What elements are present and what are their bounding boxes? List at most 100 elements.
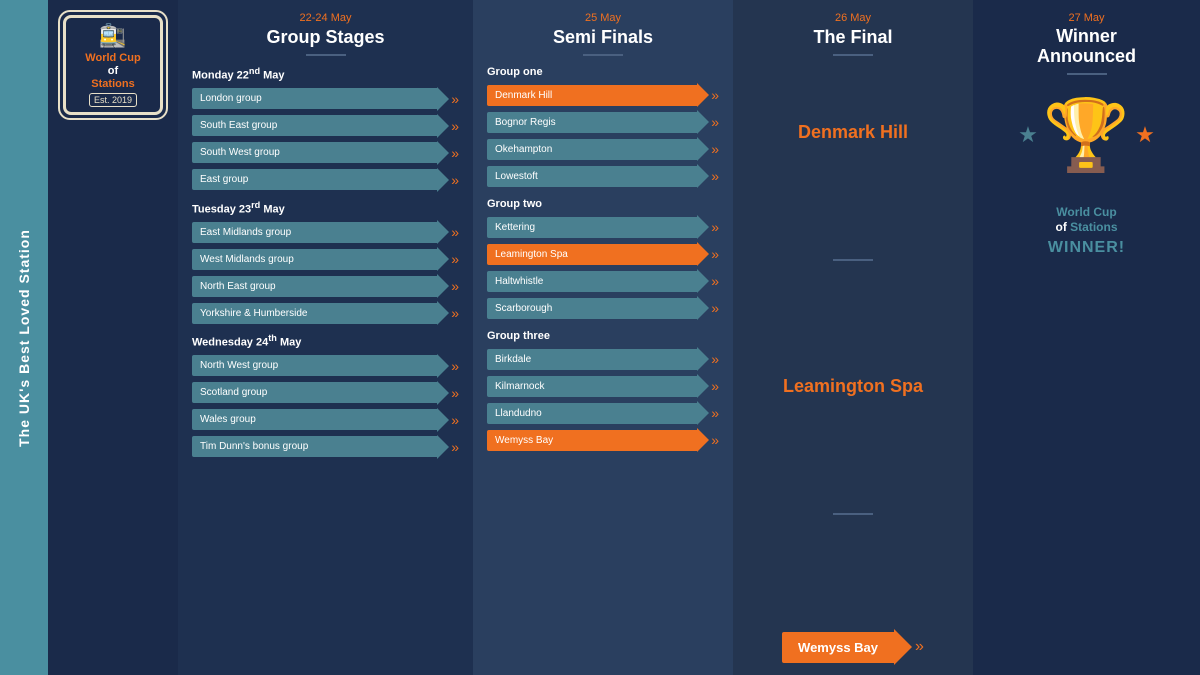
chevron-icon: »: [711, 300, 719, 316]
arrow-icon: [697, 242, 709, 266]
list-item: Kettering »: [487, 215, 719, 239]
sidebar-text: The UK's Best Loved Station: [16, 229, 32, 447]
winner-column: 27 May WinnerAnnounced ★ 🏆 ★ World Cup o…: [973, 0, 1200, 675]
semi-bar: Llandudno: [487, 403, 697, 424]
chevron-icon: »: [711, 114, 719, 130]
group-bar: East Midlands group: [192, 222, 437, 243]
semi-group-label-1: Group one: [487, 66, 719, 78]
semi-finals-column: 25 May Semi Finals Group one Denmark Hil…: [473, 0, 733, 675]
main-columns: 22-24 May Group Stages Monday 22nd May L…: [178, 0, 1200, 675]
list-item: South West group »: [192, 141, 459, 165]
logo-panel: 🚉 World Cup of Stations Est. 2019: [48, 0, 178, 675]
group-bar: North East group: [192, 276, 437, 297]
chevron-icon: »: [711, 141, 719, 157]
chevron-icon: »: [711, 87, 719, 103]
semi-bar: Wemyss Bay: [487, 430, 697, 451]
arrow-icon: [697, 83, 709, 107]
day-header-2: Tuesday 23rd May: [192, 200, 459, 216]
chevron-icon: »: [711, 351, 719, 367]
winner-date: 27 May: [1068, 12, 1104, 24]
semi-bar: Birkdale: [487, 349, 697, 370]
semi-bar: Lowestoft: [487, 166, 697, 187]
arrow-icon: [437, 274, 449, 298]
winner-label-text: WINNER!: [1048, 239, 1125, 257]
list-item: Yorkshire & Humberside »: [192, 301, 459, 325]
chevron-icon: »: [451, 225, 459, 239]
final-column: 26 May The Final Denmark Hill Leamington…: [733, 0, 973, 675]
chevron-icon: »: [451, 413, 459, 427]
day-header-3: Wednesday 24th May: [192, 333, 459, 349]
list-item: North West group »: [192, 354, 459, 378]
arrow-icon: [437, 435, 449, 459]
list-item: Wemyss Bay »: [487, 428, 719, 452]
winner-bar: Wemyss Bay: [782, 632, 894, 663]
arrow-icon: [697, 269, 709, 293]
arrow-icon: [697, 164, 709, 188]
group-bar: Scotland group: [192, 382, 437, 403]
finalist-3-block: Wemyss Bay »: [782, 629, 924, 665]
semi-bar: Leamington Spa: [487, 244, 697, 265]
list-item: East group »: [192, 168, 459, 192]
semi-finals-divider: [583, 54, 623, 56]
group-bar: Wales group: [192, 409, 437, 430]
logo-est: Est. 2019: [89, 93, 137, 107]
chevron-icon: »: [451, 92, 459, 106]
final-section-divider: [833, 259, 873, 261]
list-item: Bognor Regis »: [487, 110, 719, 134]
arrow-icon: [437, 87, 449, 111]
semi-bar: Kettering: [487, 217, 697, 238]
list-item: Denmark Hill »: [487, 83, 719, 107]
semi-group-label-2: Group two: [487, 198, 719, 210]
star-right-icon: ★: [1135, 122, 1155, 148]
list-item: Wales group »: [192, 408, 459, 432]
chevron-icon: »: [451, 440, 459, 454]
group-stages-divider: [306, 54, 346, 56]
arrow-icon: [697, 428, 709, 452]
chevron-icon: »: [451, 252, 459, 266]
arrow-icon: [697, 215, 709, 239]
arrow-icon: [697, 296, 709, 320]
list-item: London group »: [192, 87, 459, 111]
final-title: The Final: [747, 27, 959, 48]
trophy-icon: 🏆: [1043, 100, 1130, 170]
semi-group-label-3: Group three: [487, 330, 719, 342]
list-item: Llandudno »: [487, 401, 719, 425]
group-bar: London group: [192, 88, 437, 109]
group-bar: Tim Dunn's bonus group: [192, 436, 437, 457]
list-item: Haltwhistle »: [487, 269, 719, 293]
list-item: Tim Dunn's bonus group »: [192, 435, 459, 459]
winner-chevron: »: [915, 638, 924, 656]
star-left-icon: ★: [1018, 122, 1038, 148]
group-bar: East group: [192, 169, 437, 190]
final-section: Denmark Hill Leamington Spa Wemyss Bay »: [747, 66, 959, 675]
group-bar: West Midlands group: [192, 249, 437, 270]
chevron-icon: »: [451, 119, 459, 133]
semi-finals-title: Semi Finals: [487, 27, 719, 48]
group-bar: Yorkshire & Humberside: [192, 303, 437, 324]
chevron-icon: »: [451, 359, 459, 373]
arrow-icon: [697, 347, 709, 371]
group-bar: South West group: [192, 142, 437, 163]
semi-bar: Kilmarnock: [487, 376, 697, 397]
finalist-1-block: Denmark Hill: [798, 122, 908, 144]
chevron-icon: »: [711, 273, 719, 289]
semi-bar: Bognor Regis: [487, 112, 697, 133]
list-item: North East group »: [192, 274, 459, 298]
list-item: Leamington Spa »: [487, 242, 719, 266]
chevron-icon: »: [711, 246, 719, 262]
arrow-icon: [697, 401, 709, 425]
chevron-icon: »: [451, 306, 459, 320]
list-item: South East group »: [192, 114, 459, 138]
winner-arrow: [894, 629, 912, 665]
arrow-icon: [697, 137, 709, 161]
arrow-icon: [437, 114, 449, 138]
arrow-icon: [437, 381, 449, 405]
winner-world-cup-text: World Cup of Stations: [1048, 205, 1125, 236]
chevron-icon: »: [451, 386, 459, 400]
winner-title: WinnerAnnounced: [1037, 27, 1136, 67]
list-item: Okehampton »: [487, 137, 719, 161]
semi-bar: Denmark Hill: [487, 85, 697, 106]
chevron-icon: »: [711, 168, 719, 184]
arrow-icon: [437, 301, 449, 325]
chevron-icon: »: [711, 405, 719, 421]
